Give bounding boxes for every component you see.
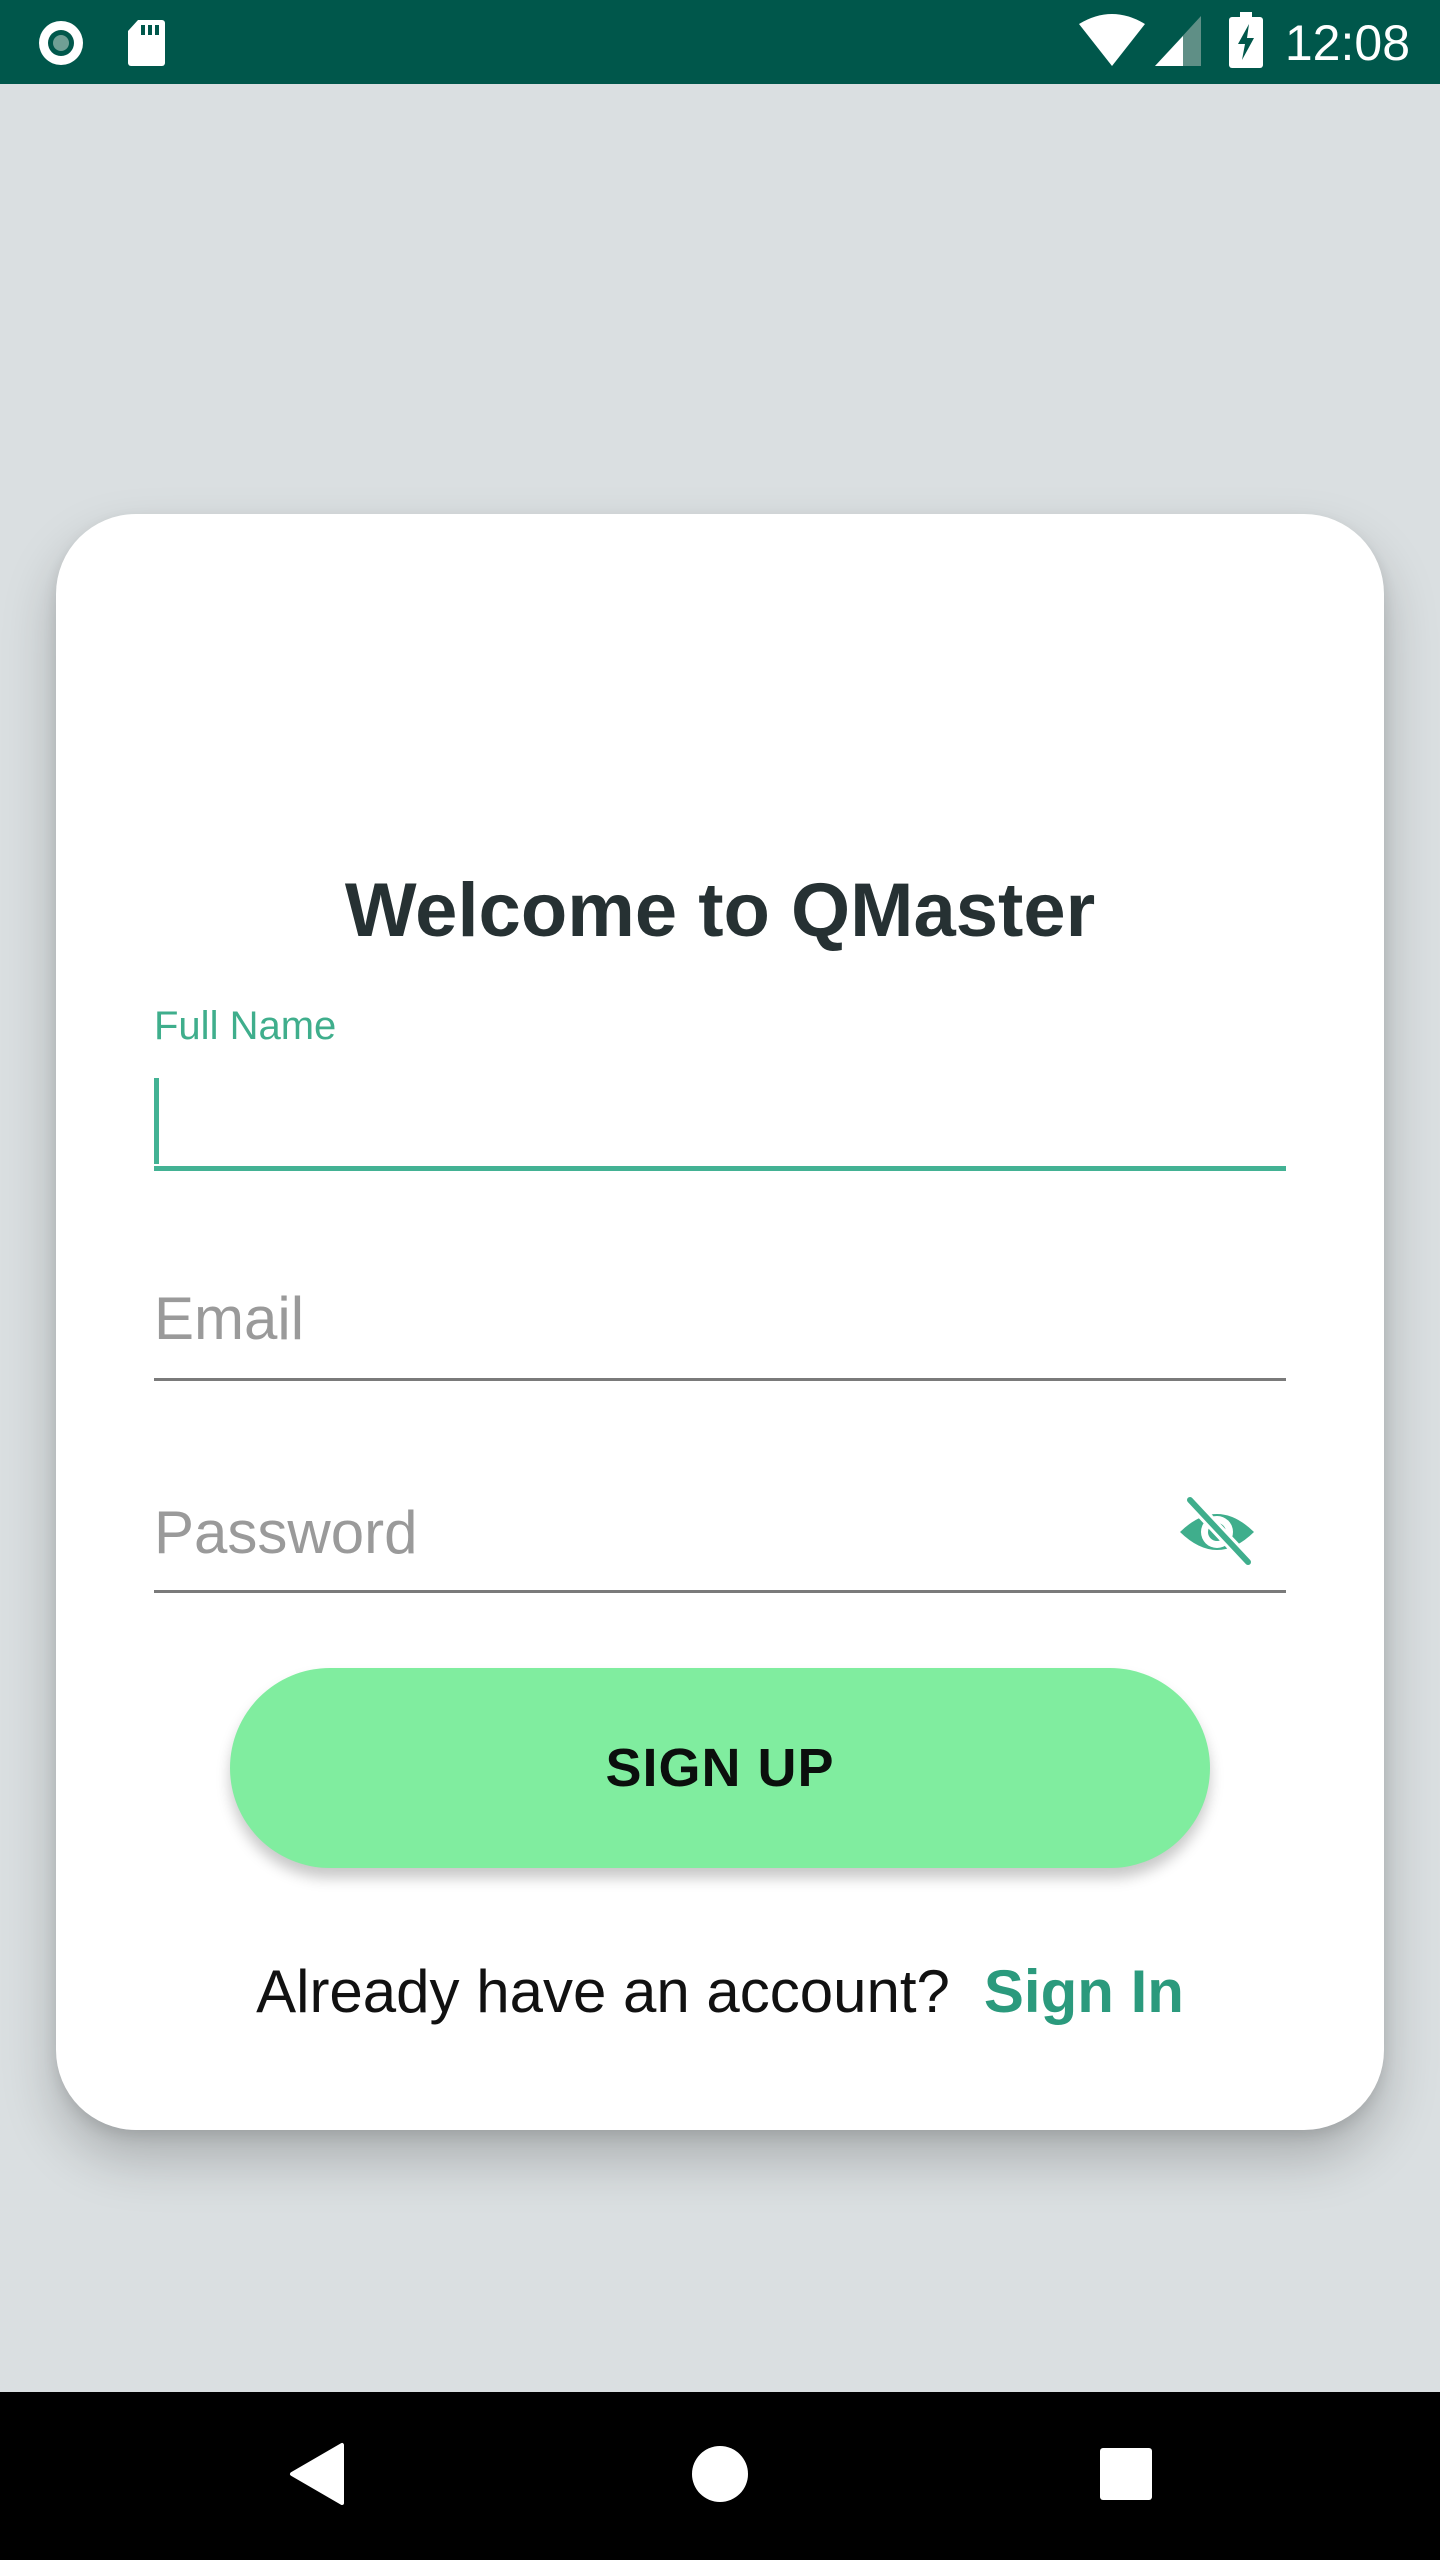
back-button[interactable] [232, 2392, 400, 2560]
email-field[interactable]: Email [154, 1280, 1286, 1390]
full-name-label: Full Name [154, 1004, 337, 1048]
full-name-field[interactable]: Full Name [154, 1002, 1286, 1182]
recents-button[interactable] [1042, 2392, 1210, 2560]
password-placeholder: Password [154, 1499, 418, 1566]
sign-in-prompt: Already have an account? Sign In [56, 1954, 1384, 2030]
navigation-bar [0, 2392, 1440, 2560]
signal-icon [1153, 12, 1203, 73]
battery-charging-icon [1228, 12, 1263, 73]
home-button[interactable] [636, 2392, 804, 2560]
full-name-underline [154, 1166, 1286, 1171]
signup-card: Welcome to QMaster Full Name Email Passw… [56, 514, 1384, 2130]
status-bar-right: 12:08 [1077, 12, 1410, 73]
eye-off-icon[interactable] [1176, 1494, 1258, 1571]
sign-in-link[interactable]: Sign In [984, 1954, 1184, 2030]
email-placeholder: Email [154, 1285, 305, 1352]
password-field[interactable]: Password [154, 1494, 1286, 1614]
email-underline [154, 1378, 1286, 1381]
sd-card-icon [126, 18, 166, 73]
status-bar-left [36, 18, 166, 73]
recents-icon [1098, 2446, 1154, 2507]
account-prompt-text: Already have an account? [256, 1958, 950, 2025]
status-time: 12:08 [1284, 14, 1410, 71]
back-icon [286, 2441, 346, 2512]
status-bar: 12:08 [0, 0, 1440, 84]
text-caret [154, 1078, 159, 1164]
page-title: Welcome to QMaster [344, 868, 1096, 953]
record-icon [36, 18, 86, 73]
sign-up-button[interactable]: SIGN UP [230, 1668, 1210, 1868]
password-underline [154, 1590, 1286, 1593]
app-content: Welcome to QMaster Full Name Email Passw… [0, 84, 1440, 2392]
home-icon [690, 2444, 750, 2509]
wifi-icon [1077, 12, 1147, 73]
